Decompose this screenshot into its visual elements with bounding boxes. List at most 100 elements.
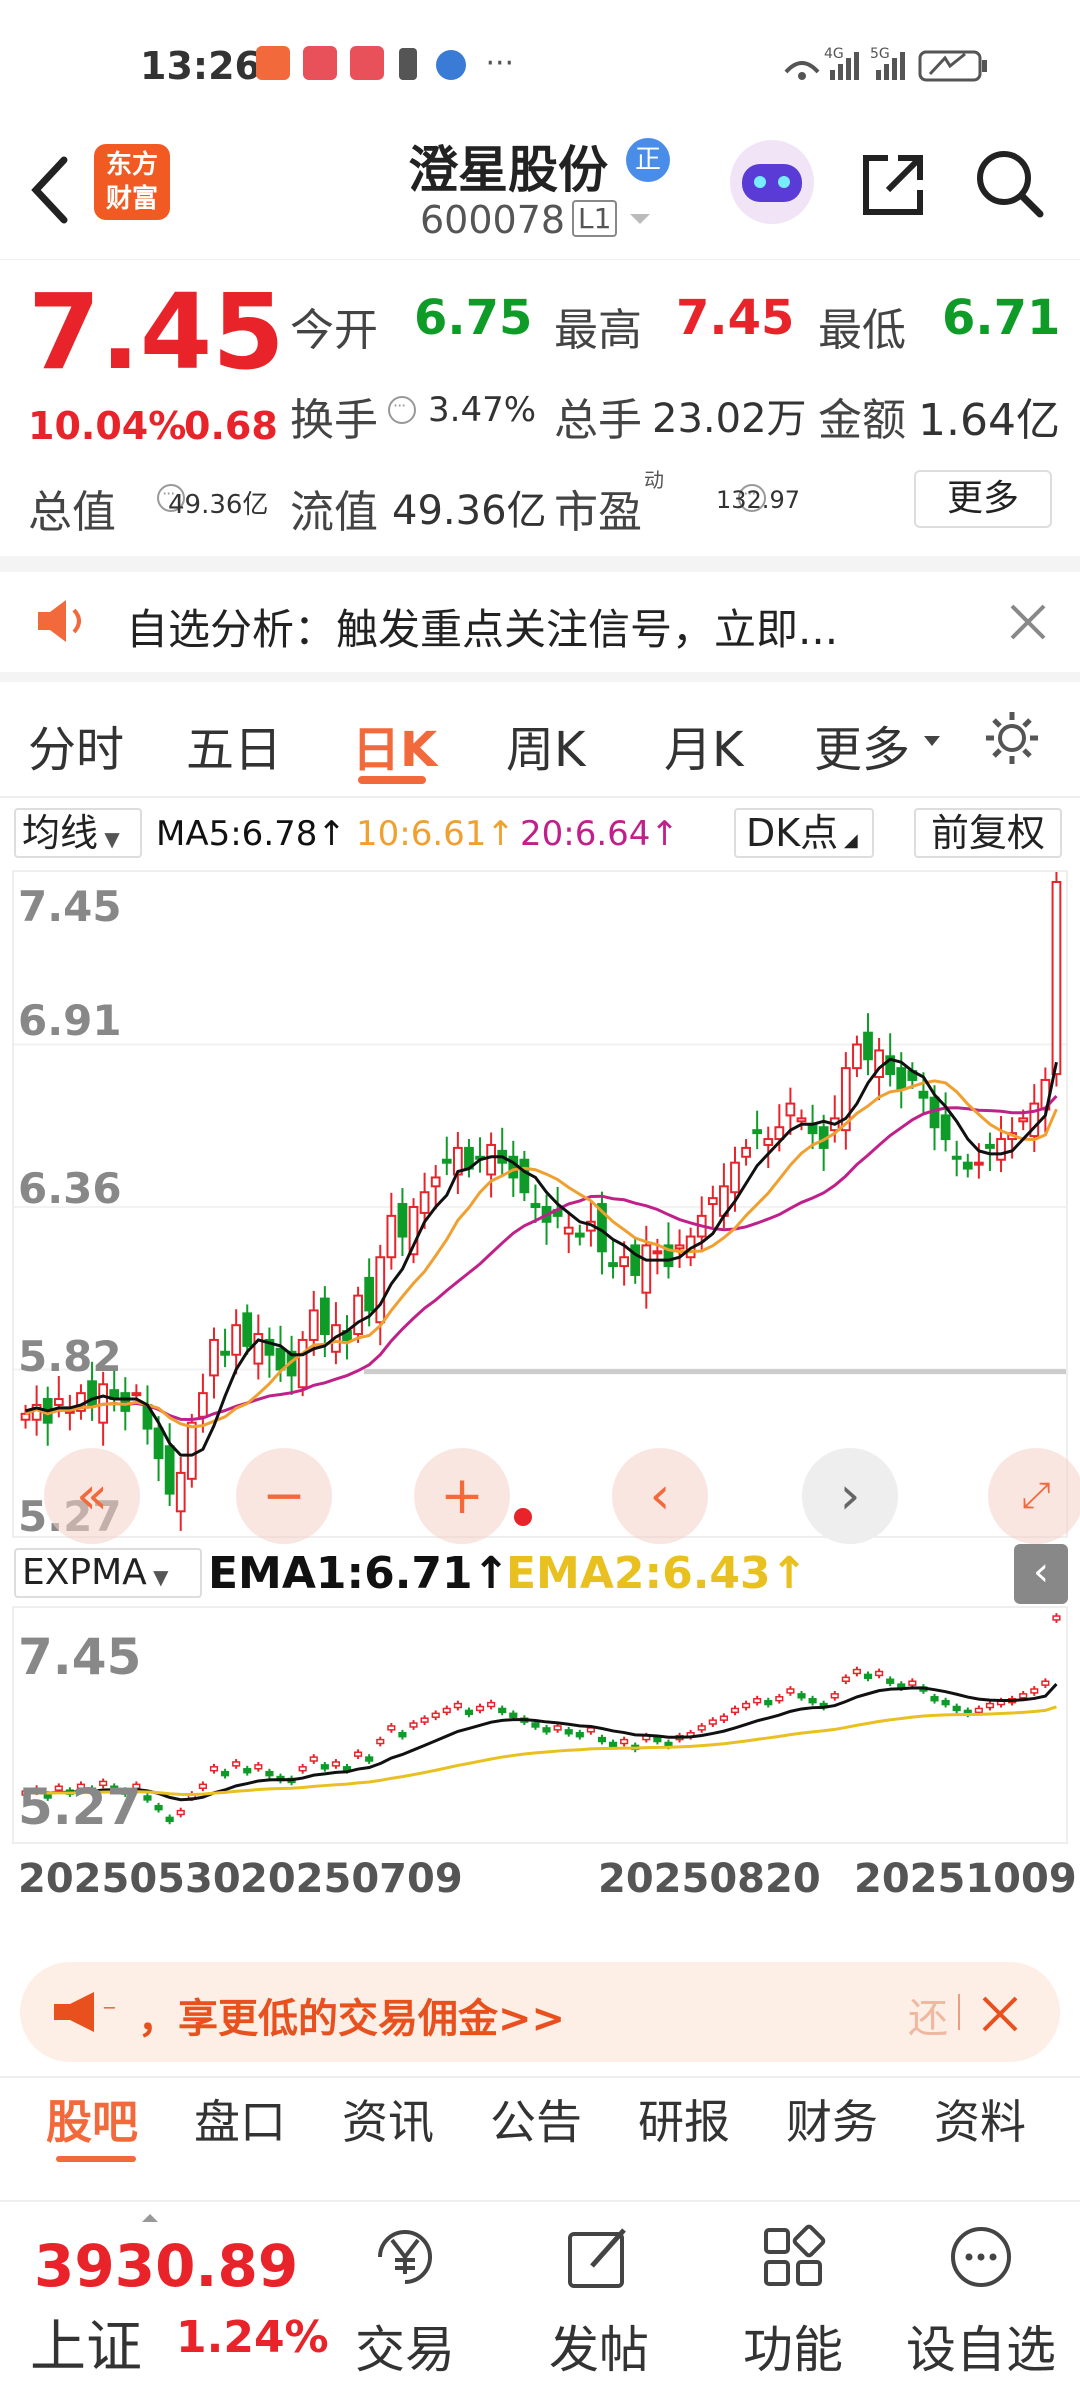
zoom-out-button[interactable]: − <box>236 1448 332 1544</box>
tab-pankou[interactable]: 盘口 <box>194 2086 286 2152</box>
megaphone-icon: ⁻ <box>54 1992 117 2032</box>
tab-monthly-k[interactable]: 月K <box>664 710 743 780</box>
tab-profile[interactable]: 资料 <box>934 2086 1026 2152</box>
tab-5day[interactable]: 五日 <box>186 710 282 780</box>
candle <box>541 1194 552 1245</box>
candle <box>98 1371 109 1446</box>
badge: 正 <box>626 138 670 182</box>
collapse-button[interactable]: ‹ <box>1014 1544 1068 1604</box>
tab-guba[interactable]: 股吧 <box>46 2086 138 2152</box>
candle <box>342 1315 352 1360</box>
amt-value: 1.64亿 <box>918 395 1060 446</box>
candle <box>65 1394 75 1431</box>
index-widget[interactable]: 3930.89 上证 1.24% <box>0 2202 330 2400</box>
info-icon[interactable] <box>388 396 416 424</box>
mini-candle <box>398 1729 407 1740</box>
app-logo[interactable]: 东方 财富 <box>94 144 170 220</box>
svg-text:⁻: ⁻ <box>102 1996 117 2029</box>
mini-candle <box>775 1693 784 1704</box>
ema-select[interactable]: EXPMA ▼ <box>14 1548 202 1598</box>
kline-chart[interactable]: 7.45 6.91 6.36 5.82 5.27 « − + ‹ › ⤢ <box>12 870 1080 1544</box>
candle <box>763 1126 774 1168</box>
mini-candle <box>875 1668 884 1679</box>
candle <box>530 1184 541 1223</box>
search-icon[interactable] <box>972 146 1048 222</box>
mini-candle <box>420 1715 429 1725</box>
pan-left-button[interactable]: « <box>44 1448 140 1544</box>
nav-add-watch-label: 设自选 <box>906 2321 1056 2379</box>
caret-down-icon[interactable] <box>922 734 942 748</box>
nav-trade[interactable]: 交易 <box>340 2222 470 2382</box>
status-time: 13:26 <box>140 44 261 88</box>
prev-button[interactable]: ‹ <box>612 1448 708 1544</box>
tab-more[interactable]: 更多 <box>814 710 910 780</box>
back-icon[interactable] <box>24 150 74 230</box>
candle <box>630 1236 641 1284</box>
candle <box>962 1153 973 1178</box>
mini-candle <box>952 1703 961 1714</box>
mini-candle <box>220 1768 230 1779</box>
tab-weekly-k[interactable]: 周K <box>506 710 585 780</box>
tab-news[interactable]: 资讯 <box>342 2086 434 2152</box>
candle <box>475 1137 485 1173</box>
signal-icons: 4G 5G <box>780 44 1040 84</box>
ema-chart[interactable]: 7.45 5.27 <box>12 1606 1068 1844</box>
page-dot <box>514 1508 532 1526</box>
promo-banner[interactable]: ⁻ ，享更低的交易佣金>> 还 <box>20 1962 1060 2062</box>
candle <box>1051 872 1062 1087</box>
ma-select[interactable]: 均线 ▼ <box>14 808 142 858</box>
date-axis: 20250530 20250709 20250820 20251009 <box>0 1848 1080 1908</box>
change-pct: 10.04% <box>28 404 187 448</box>
grid-icon <box>764 2224 826 2286</box>
nav-post[interactable]: 发帖 <box>534 2222 664 2382</box>
promo-text: ，享更低的交易佣金>> <box>138 1996 566 2042</box>
close-icon[interactable] <box>980 1994 1020 2034</box>
tab-research[interactable]: 研报 <box>638 2086 730 2152</box>
nav-add-watch[interactable]: 设自选 <box>896 2222 1066 2382</box>
chevron-down-icon[interactable] <box>628 212 652 228</box>
mini-candle <box>797 1690 806 1701</box>
tab-intraday[interactable]: 分时 <box>28 710 124 780</box>
divider <box>958 1994 960 2030</box>
nav-trade-label: 交易 <box>355 2321 455 2379</box>
robot-avatar-icon[interactable] <box>730 140 814 224</box>
ma10-value: 10:6.61↑ <box>356 814 515 854</box>
date-label: 20250530 <box>18 1856 241 1902</box>
stock-name: 澄星股份 <box>408 141 608 199</box>
notice-bar[interactable]: 自选分析：触发重点关注信号，立即... <box>0 572 1080 672</box>
low-value: 6.71 <box>942 290 1061 346</box>
fq-button[interactable]: 前复权 <box>914 808 1062 858</box>
candle <box>20 1404 31 1429</box>
tab-announcement[interactable]: 公告 <box>490 2086 582 2152</box>
candle <box>840 1052 851 1150</box>
turnover-value: 3.47% <box>428 390 537 430</box>
zoom-in-button[interactable]: + <box>414 1448 510 1544</box>
fullscreen-button[interactable]: ⤢ <box>988 1448 1080 1544</box>
mini-candle <box>387 1723 396 1733</box>
tab-finance[interactable]: 财务 <box>786 2086 878 2152</box>
close-icon[interactable] <box>1008 602 1048 642</box>
mini-candle <box>198 1781 207 1792</box>
mini-candle <box>841 1674 850 1685</box>
candle <box>741 1139 751 1166</box>
divider <box>0 672 1080 682</box>
tab-daily-k[interactable]: 日K <box>352 710 437 780</box>
candle <box>951 1140 962 1177</box>
logo-line2: 财富 <box>105 184 158 214</box>
signal-battery-icon: 4G 5G <box>784 46 987 82</box>
level-tag[interactable]: L1 <box>572 200 618 237</box>
nav-function[interactable]: 功能 <box>728 2222 858 2382</box>
pe-sup: 动 <box>644 468 664 492</box>
dk-button[interactable]: DK点 ◢ <box>734 808 874 858</box>
next-button[interactable]: › <box>802 1448 898 1544</box>
candle <box>1029 1084 1040 1153</box>
gear-icon[interactable] <box>982 708 1042 768</box>
mini-candle <box>176 1807 185 1818</box>
pe-label: 市盈 <box>554 487 642 538</box>
more-button[interactable]: 更多 <box>914 470 1052 528</box>
mini-candle <box>564 1726 573 1737</box>
svg-text:4G: 4G <box>824 46 844 62</box>
index-name: 上证 <box>30 2315 142 2380</box>
ma5-line <box>25 1057 1058 1457</box>
share-icon[interactable] <box>858 148 930 220</box>
